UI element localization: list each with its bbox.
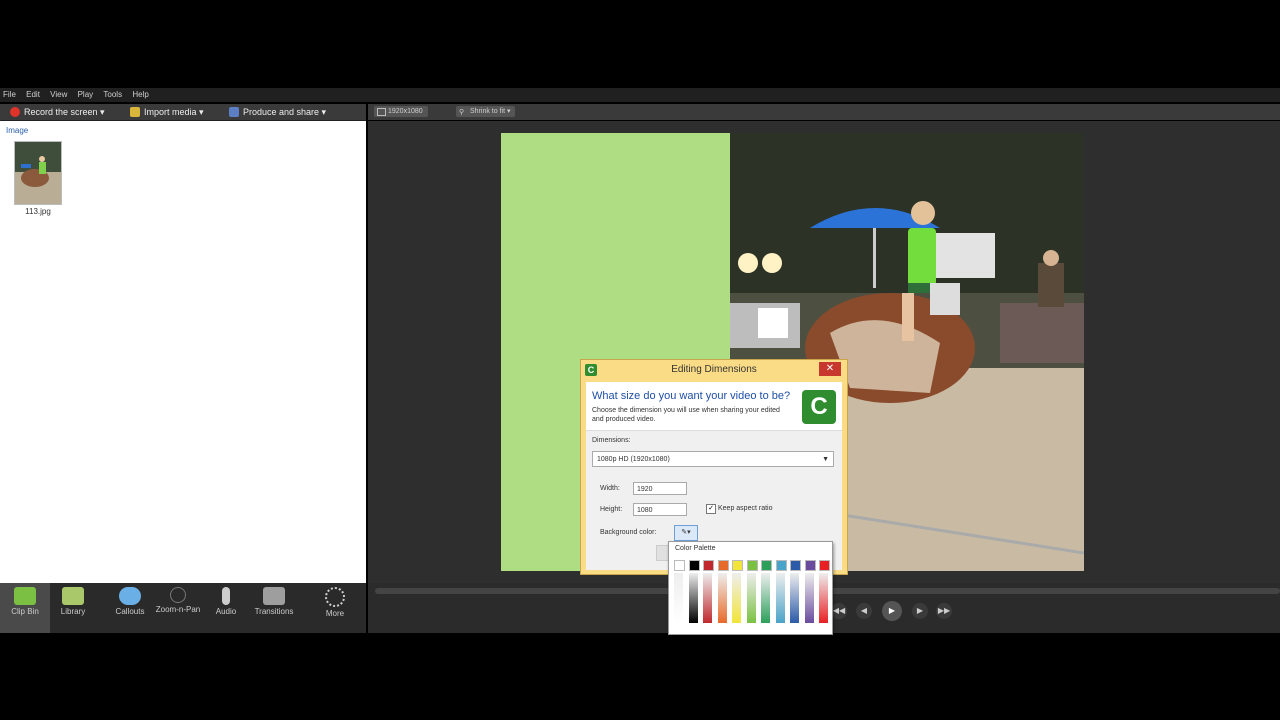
- zoom-label: Shrink to fit: [470, 108, 506, 115]
- dialog-heading: What size do you want your video to be?: [592, 390, 791, 402]
- palette-swatch[interactable]: [703, 560, 714, 571]
- import-media-button[interactable]: Import media ▾: [130, 106, 204, 118]
- width-input[interactable]: 1920: [633, 482, 687, 495]
- clip-thumbnail[interactable]: [14, 141, 62, 205]
- palette-shade-strip[interactable]: [819, 573, 828, 623]
- menu-play[interactable]: Play: [75, 88, 99, 99]
- close-icon[interactable]: ✕: [819, 362, 841, 376]
- palette-swatch[interactable]: [761, 560, 772, 571]
- keep-aspect-checkbox[interactable]: ✓: [706, 504, 716, 514]
- produce-share-button[interactable]: Produce and share ▾: [229, 106, 326, 118]
- tab-transitions-label: Transitions: [254, 607, 294, 616]
- tab-zoom-n-pan[interactable]: Zoom-n-Pan: [153, 583, 203, 633]
- width-field-label: Width:: [600, 485, 620, 492]
- speech-bubble-icon: [119, 587, 141, 605]
- palette-shade-strip[interactable]: [746, 573, 756, 623]
- palette-shade-strip[interactable]: [804, 573, 814, 623]
- dimensions-field-label: Dimensions:: [592, 437, 631, 444]
- palette-title: Color Palette: [675, 545, 716, 552]
- record-screen-button[interactable]: Record the screen ▾: [10, 106, 105, 118]
- tab-clip-bin-label: Clip Bin: [11, 607, 39, 616]
- menu-file[interactable]: File: [0, 88, 21, 99]
- background-color-button[interactable]: ✎▾: [674, 525, 698, 541]
- share-icon: [229, 107, 239, 117]
- library-icon: [62, 587, 84, 605]
- eyedropper-icon: ✎▾: [681, 529, 691, 536]
- palette-shade-strip[interactable]: [688, 573, 698, 623]
- tab-audio-label: Audio: [215, 607, 237, 616]
- more-dots-icon: [325, 587, 345, 607]
- menu-help[interactable]: Help: [129, 88, 153, 99]
- tab-callouts[interactable]: Callouts: [105, 583, 155, 633]
- menu-bar: File Edit View Play Tools Help: [0, 88, 1280, 102]
- microphone-icon: [222, 587, 230, 605]
- step-forward-icon[interactable]: ▶: [912, 603, 928, 619]
- transitions-icon: [263, 587, 285, 605]
- chevron-down-icon: ▼: [822, 456, 829, 463]
- palette-shade-strip[interactable]: [761, 573, 770, 623]
- tab-transitions[interactable]: Transitions: [249, 583, 299, 633]
- color-palette-popup: Color Palette: [668, 541, 833, 635]
- menu-view[interactable]: View: [47, 88, 72, 99]
- tab-zoom-n-pan-label: Zoom-n-Pan: [155, 605, 201, 614]
- palette-shade-strip[interactable]: [703, 573, 712, 623]
- thumbnail-image: [15, 142, 61, 204]
- dimensions-icon: [377, 108, 386, 116]
- play-icon[interactable]: ▶: [882, 601, 902, 621]
- clip-bin-panel: Image 113.jpg: [0, 121, 366, 583]
- dialog-subtitle: Choose the dimension you will use when s…: [592, 407, 780, 423]
- film-icon: [14, 587, 36, 605]
- palette-swatch[interactable]: [674, 560, 685, 571]
- magnifier-icon: ⚲: [459, 109, 465, 116]
- tab-library[interactable]: Library: [48, 583, 98, 633]
- palette-swatch[interactable]: [804, 560, 816, 571]
- clip-filename: 113.jpg: [25, 207, 51, 216]
- record-icon: [10, 107, 20, 117]
- height-field-label: Height:: [600, 506, 623, 513]
- palette-swatch[interactable]: [775, 560, 787, 571]
- palette-shade-strip[interactable]: [775, 573, 785, 623]
- dimensions-label: 1920x1080: [388, 108, 423, 115]
- bottom-tab-bar: Clip Bin Library Callouts Zoom-n-Pan Aud…: [0, 583, 366, 633]
- record-screen-label: Record the screen ▾: [24, 107, 105, 117]
- tab-more[interactable]: More: [310, 583, 360, 633]
- dimensions-button[interactable]: 1920x1080: [374, 106, 428, 117]
- palette-shade-strip[interactable]: [717, 573, 727, 623]
- step-back-icon[interactable]: ◀: [856, 603, 872, 619]
- clip-bin-section-label: Image: [6, 126, 29, 135]
- tab-library-label: Library: [60, 607, 86, 616]
- palette-swatch[interactable]: [790, 560, 801, 571]
- tab-more-label: More: [325, 609, 345, 618]
- palette-shade-strip[interactable]: [732, 573, 741, 623]
- height-input[interactable]: 1080: [633, 503, 687, 516]
- menu-tools[interactable]: Tools: [100, 88, 127, 99]
- camtasia-logo-icon: C: [802, 390, 836, 424]
- magnifier-icon: [170, 587, 186, 603]
- tab-callouts-label: Callouts: [115, 607, 145, 616]
- import-media-label: Import media ▾: [144, 107, 204, 117]
- background-color-label: Background color:: [600, 529, 657, 536]
- rewind-icon[interactable]: ◀◀: [831, 603, 847, 619]
- preview-toolbar: 1920x1080 ⚲ Shrink to fit ▾: [368, 104, 1280, 120]
- palette-swatch[interactable]: [732, 560, 743, 571]
- zoom-dropdown[interactable]: ⚲ Shrink to fit ▾: [456, 106, 516, 117]
- tab-audio[interactable]: Audio: [201, 583, 251, 633]
- dimensions-select-value: 1080p HD (1920x1080): [597, 456, 670, 463]
- dialog-title: Editing Dimensions: [671, 364, 757, 375]
- palette-swatch[interactable]: [746, 560, 758, 571]
- palette-swatch[interactable]: [688, 560, 700, 571]
- produce-share-label: Produce and share ▾: [243, 107, 327, 117]
- palette-shade-strip[interactable]: [790, 573, 799, 623]
- dialog-header: What size do you want your video to be? …: [586, 382, 842, 431]
- palette-shade-strip[interactable]: [674, 573, 683, 623]
- tab-clip-bin[interactable]: Clip Bin: [0, 583, 50, 633]
- keep-aspect-label: Keep aspect ratio: [718, 505, 773, 512]
- menu-edit[interactable]: Edit: [23, 88, 45, 99]
- folder-icon: [130, 107, 140, 117]
- palette-swatch[interactable]: [717, 560, 729, 571]
- dimensions-select[interactable]: 1080p HD (1920x1080) ▼: [592, 451, 834, 467]
- fast-forward-icon[interactable]: ▶▶: [936, 603, 952, 619]
- main-toolbar: Record the screen ▾ Import media ▾ Produ…: [0, 104, 366, 121]
- palette-swatch[interactable]: [819, 560, 830, 571]
